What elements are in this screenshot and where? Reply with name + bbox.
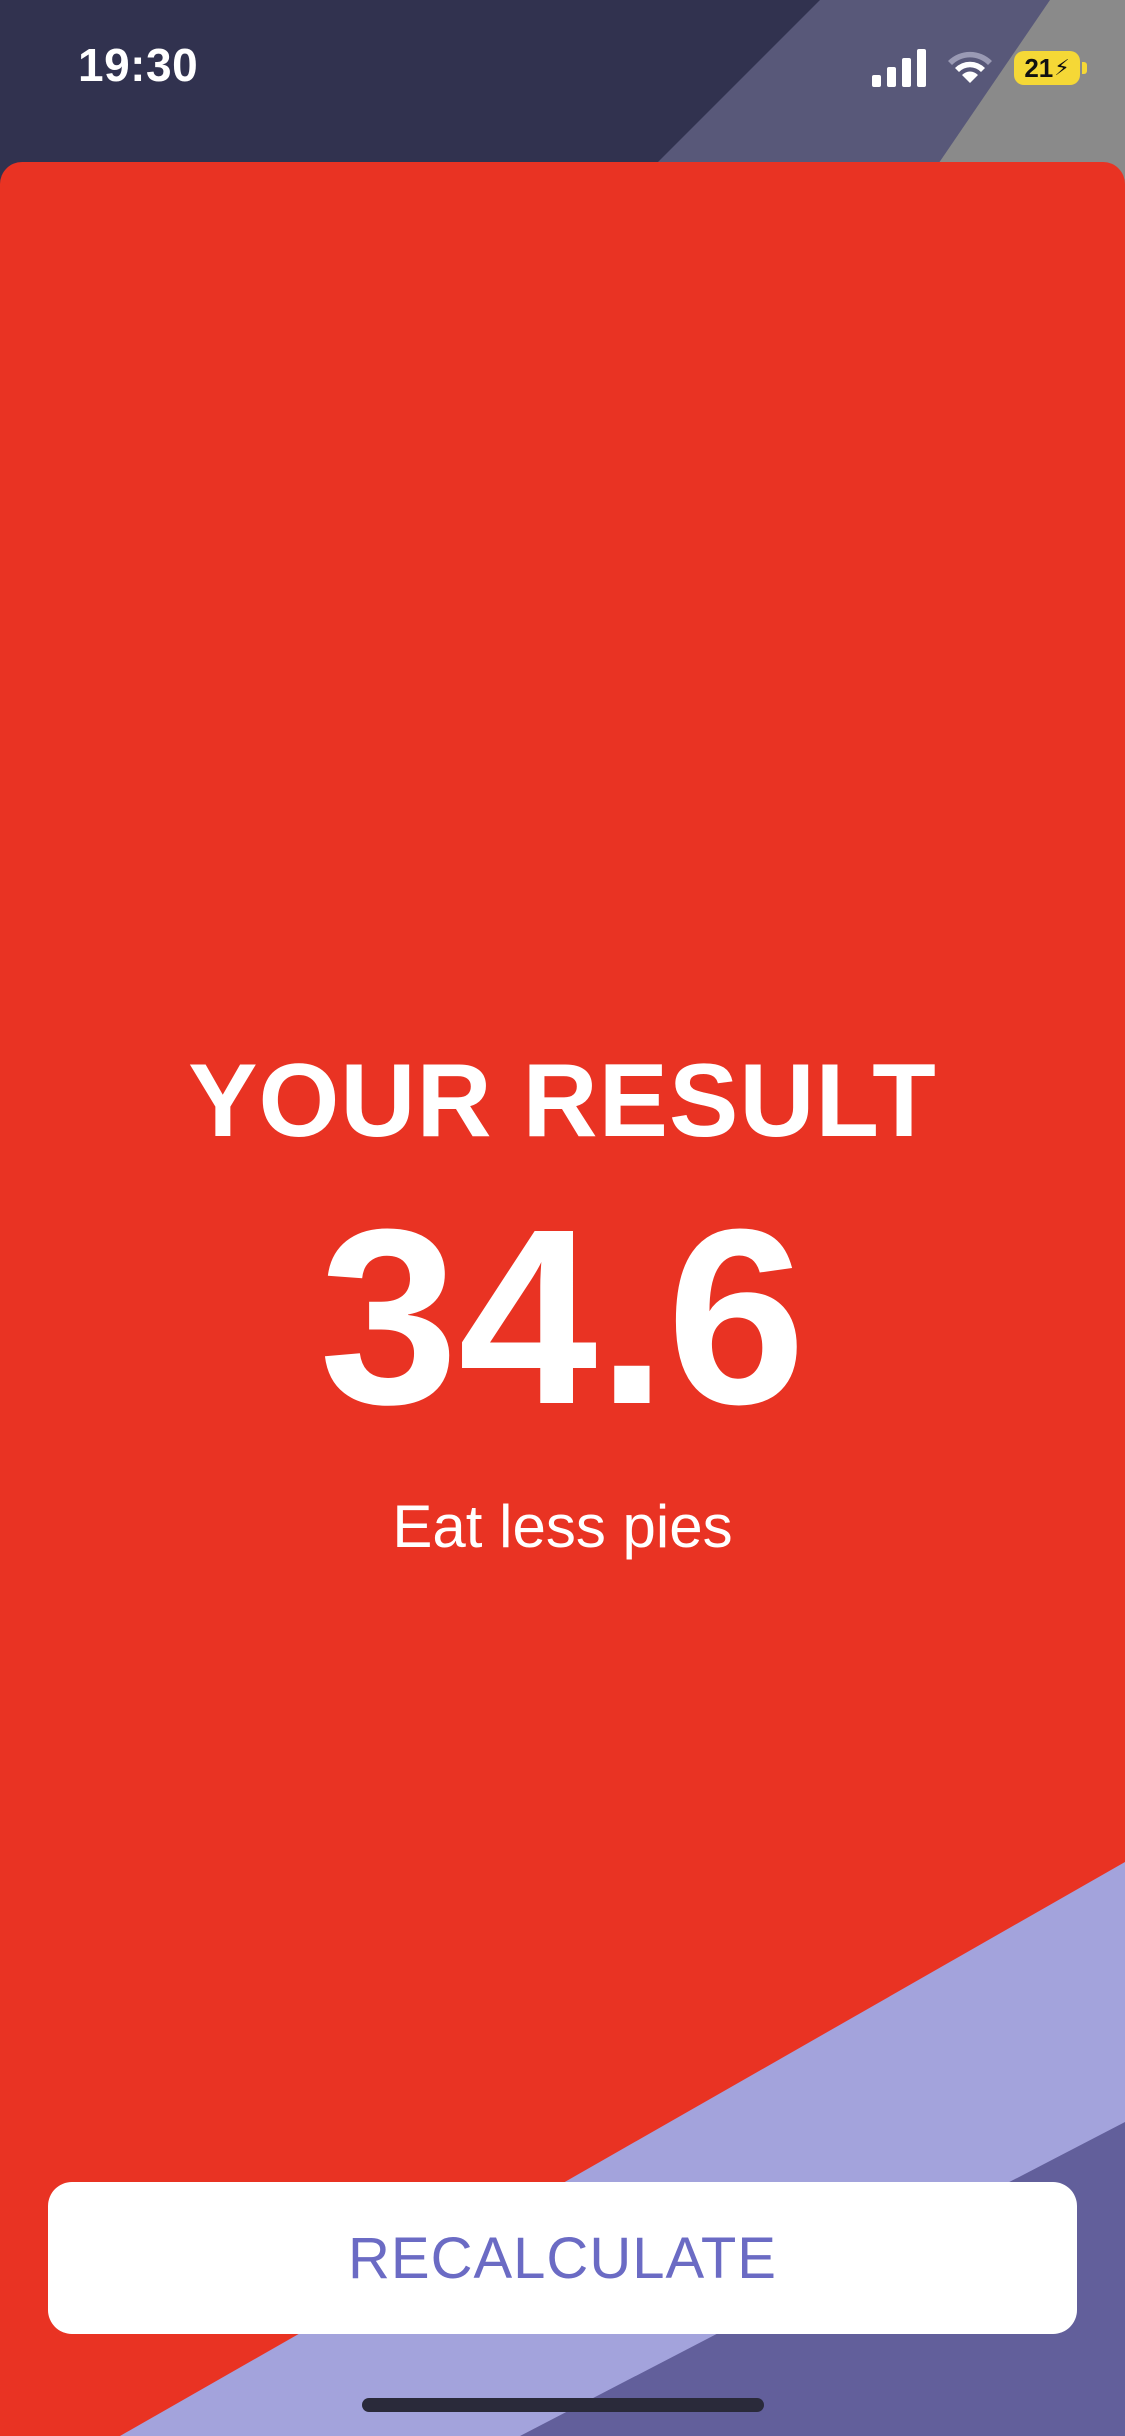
recalculate-label: RECALCULATE — [348, 2225, 777, 2291]
battery-level: 21 — [1024, 52, 1054, 83]
result-card: YOUR RESULT 34.6 Eat less pies — [0, 162, 1125, 2436]
battery-icon: 21 ⚡ — [1014, 51, 1087, 85]
result-value: 34.6 — [319, 1177, 806, 1456]
status-time: 19:30 — [78, 39, 199, 91]
wifi-icon — [948, 51, 992, 83]
signal-icon — [872, 49, 926, 87]
result-heading: YOUR RESULT — [188, 1043, 937, 1159]
recalculate-button[interactable]: RECALCULATE — [48, 2182, 1077, 2334]
battery-cap — [1082, 62, 1087, 74]
result-screen: 19:30 21 ⚡ YOUR RESULT 34.6 Eat less pie… — [0, 0, 1125, 2436]
home-indicator — [362, 2398, 764, 2412]
status-icons: 21 ⚡ — [872, 48, 1087, 88]
status-bar: 19:30 21 ⚡ — [0, 0, 1125, 140]
result-message: Eat less pies — [392, 1493, 733, 1560]
charging-bolt-icon: ⚡ — [1054, 55, 1070, 80]
